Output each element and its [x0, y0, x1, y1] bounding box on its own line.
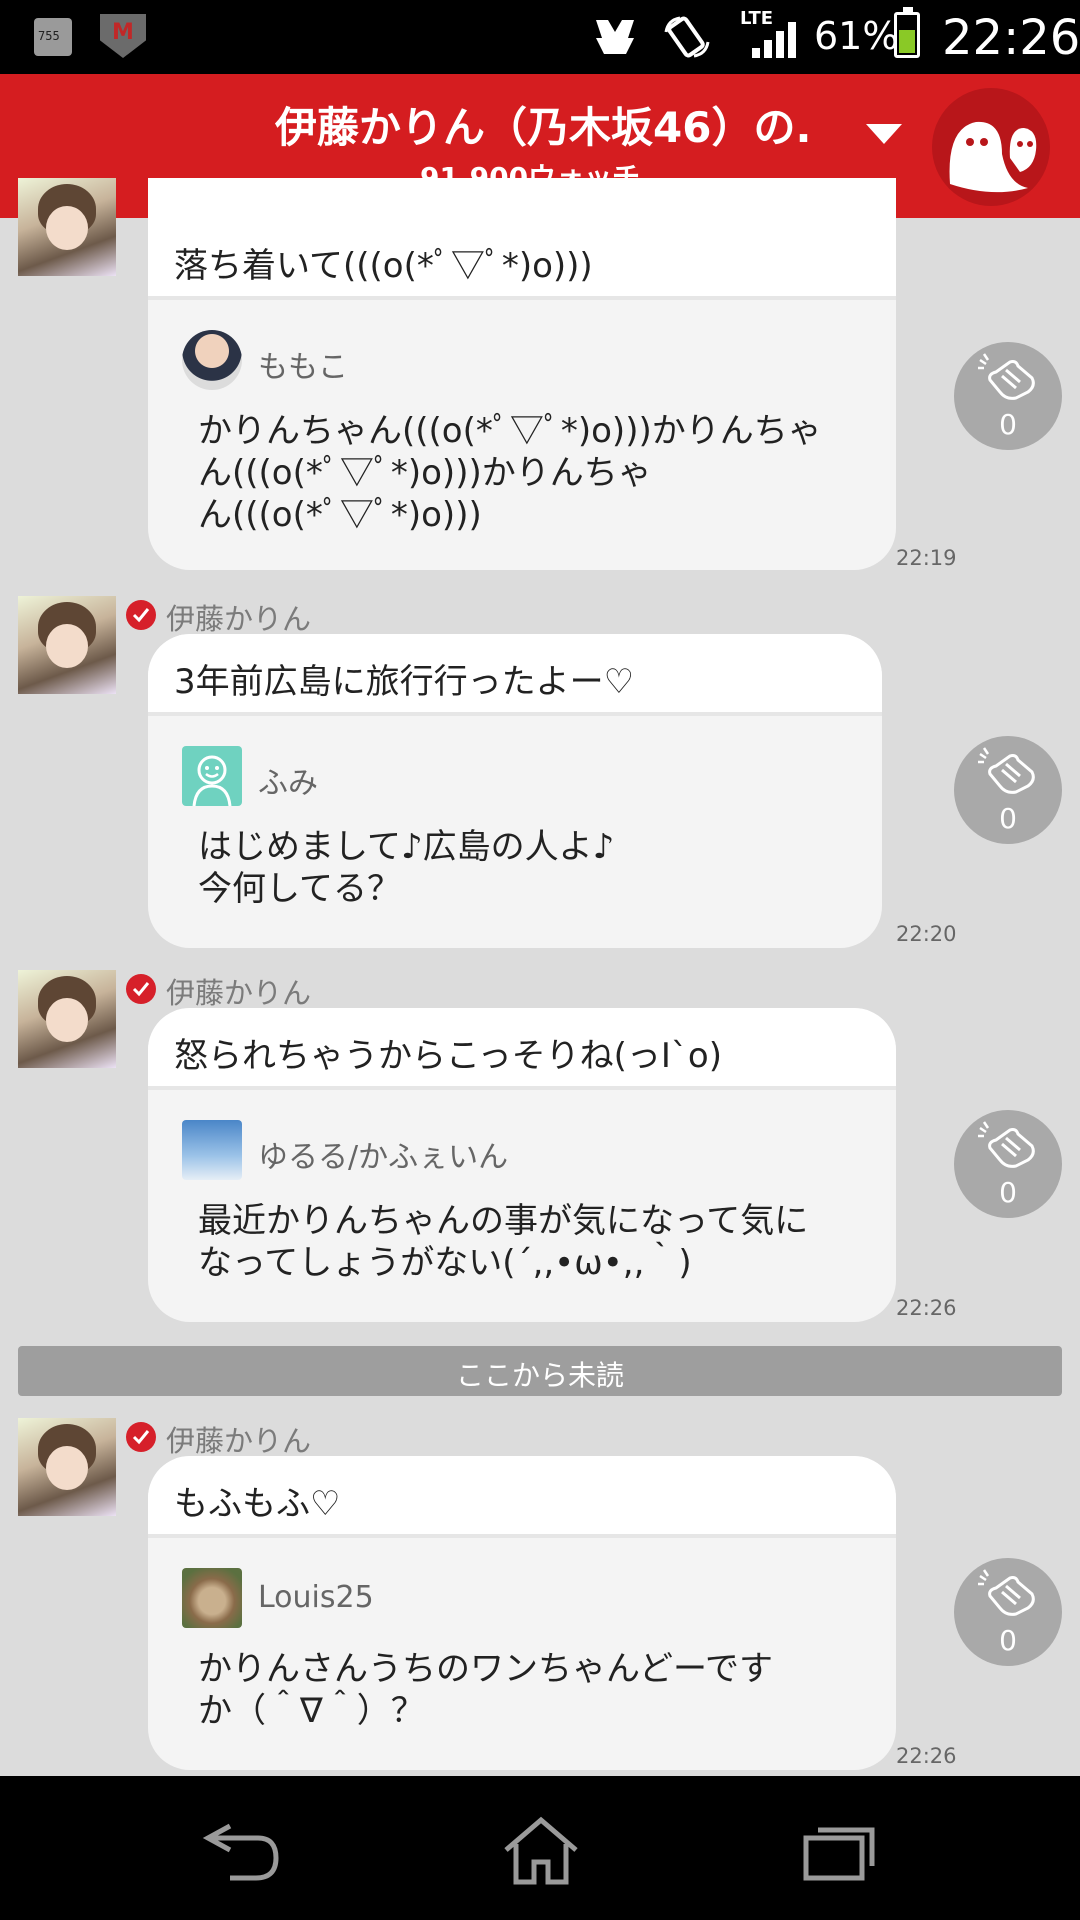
timestamp: 22:20 [896, 922, 957, 946]
mcafee-icon [100, 14, 146, 58]
chevron-down-icon[interactable] [864, 118, 904, 148]
clock: 22:26 [942, 10, 1080, 66]
clap-count: 0 [999, 1624, 1017, 1657]
clap-button[interactable]: 0 [954, 1558, 1062, 1666]
clap-icon [978, 353, 1035, 400]
reply-avatar [182, 1568, 242, 1628]
page-title[interactable]: 伊藤かりん（乃木坂46）の... [275, 94, 815, 155]
timestamp: 22:26 [896, 1744, 957, 1768]
reply-text: 最近かりんちゃんの事が気になって気に なってしょうがない(´,,•ω•,,｀) [198, 1201, 809, 1283]
home-icon[interactable] [496, 1816, 586, 1886]
clap-button[interactable]: 0 [954, 342, 1062, 450]
sender-name: 伊藤かりん [166, 1424, 312, 1458]
ghost-mascot-icon[interactable] [932, 88, 1050, 206]
message-card[interactable]: 怒られちゃうからこっそりね(っI`o) ゆるる/かふぇいん 最近かりんちゃんの事… [148, 1008, 896, 1322]
recent-apps-icon[interactable] [796, 1816, 886, 1886]
clap-button[interactable]: 0 [954, 736, 1062, 844]
timestamp: 22:19 [896, 546, 957, 570]
verified-check-icon [126, 600, 156, 630]
reply-text: かりんさんうちのワンちゃんどーです か（＾∇＾）？ [198, 1649, 773, 1731]
signal-icon [752, 22, 796, 58]
message-card[interactable]: 落ち着いて(((o(*ﾟ▽ﾟ*)o))) ももこ かりんちゃん(((o(*ﾟ▽ﾟ… [148, 178, 896, 570]
avatar[interactable] [18, 970, 116, 1068]
reply-username: ももこ [258, 350, 348, 385]
clap-icon [978, 747, 1035, 794]
sync-app-icon [34, 18, 72, 56]
sender-name: 伊藤かりん [166, 976, 312, 1010]
unread-divider: ここから未読 [18, 1346, 1062, 1396]
battery-percent: 61% [814, 14, 899, 58]
avatar[interactable] [18, 178, 116, 276]
reply-text: はじめまして♪広島の人よ♪ 今何してる？ [198, 827, 615, 909]
avatar[interactable] [18, 596, 116, 694]
message-text: もふもふ♡ [174, 1484, 341, 1524]
clap-button[interactable]: 0 [954, 1110, 1062, 1218]
reply-avatar [182, 330, 242, 390]
reply-username: ふみ [258, 766, 318, 801]
sender-name: 伊藤かりん [166, 602, 312, 636]
verified-check-icon [126, 1422, 156, 1452]
reply-text: かりんちゃん(((o(*ﾟ▽ﾟ*)o)))かりんちゃ ん(((o(*ﾟ▽ﾟ*)o… [198, 411, 822, 535]
clap-count: 0 [999, 1176, 1017, 1209]
clap-count: 0 [999, 802, 1017, 835]
status-bar: LTE 61% 22:26 [0, 0, 1080, 74]
message-card[interactable]: 3年前広島に旅行行ったよー♡ ふみ はじめまして♪広島の人よ♪ 今何してる？ [148, 634, 882, 948]
clap-icon [978, 1569, 1035, 1616]
message-text: 落ち着いて(((o(*ﾟ▽ﾟ*)o))) [174, 246, 593, 286]
timestamp: 22:26 [896, 1296, 957, 1320]
auto-rotate-icon [664, 16, 710, 58]
back-icon[interactable] [196, 1816, 286, 1886]
navigation-bar [0, 1776, 1080, 1920]
avatar[interactable] [18, 1418, 116, 1516]
vibrate-icon [596, 20, 634, 54]
message-text: 3年前広島に旅行行ったよー♡ [174, 662, 635, 702]
battery-icon [894, 7, 920, 58]
verified-check-icon [126, 974, 156, 1004]
clap-icon [978, 1121, 1035, 1168]
message-card[interactable]: もふもふ♡ Louis25 かりんさんうちのワンちゃんどーです か（＾∇＾）？ [148, 1456, 896, 1770]
reply-username: ゆるる/かふぇいん [258, 1140, 509, 1175]
unread-divider-label: ここから未読 [455, 1359, 624, 1392]
reply-username: Louis25 [258, 1580, 374, 1615]
reply-avatar [182, 1120, 242, 1180]
message-text: 怒られちゃうからこっそりね(っI`o) [174, 1036, 722, 1076]
reply-avatar [182, 746, 242, 807]
clap-count: 0 [999, 408, 1017, 441]
